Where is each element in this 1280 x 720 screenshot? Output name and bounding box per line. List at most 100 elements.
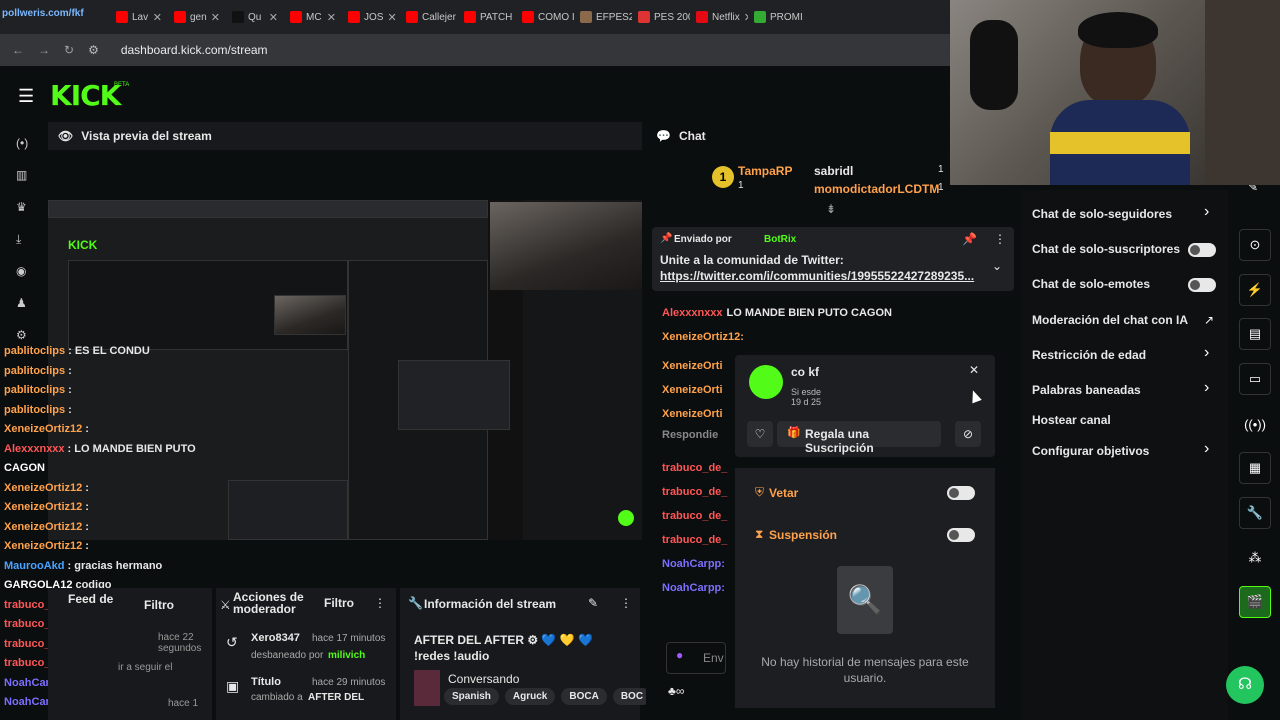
emote-icon[interactable]: ♣∞ — [668, 684, 684, 698]
pinned-more-icon[interactable]: ⋮ — [994, 232, 1006, 246]
browser-tab[interactable]: Netflix✕ — [690, 4, 748, 30]
camera-icon[interactable]: ◉ — [16, 264, 26, 278]
stream-tag[interactable]: Agruck — [504, 688, 556, 705]
stream-tag[interactable]: Spanish — [444, 688, 499, 705]
chevron-right-icon[interactable]: › — [1204, 344, 1209, 362]
browser-tab[interactable]: JOS ✕ — [342, 4, 400, 30]
tab-close-icon[interactable]: ✕ — [387, 11, 396, 24]
chat-username[interactable]: NoahCarpp: — [662, 582, 725, 594]
chat-input[interactable]: Env — [666, 642, 726, 674]
setting-item[interactable]: Chat de solo-emotes — [1032, 277, 1150, 291]
setting-item[interactable]: Configurar objetivos — [1032, 444, 1149, 458]
group-icon[interactable]: ⁂ — [1239, 542, 1271, 574]
feed-filter-button[interactable]: Filtro — [144, 598, 174, 612]
follow-heart-icon[interactable]: ♡ — [747, 421, 773, 447]
chat-username[interactable]: Alexxxnxxx — [662, 307, 723, 319]
chevron-right-icon[interactable]: › — [1204, 379, 1209, 397]
url-field[interactable]: dashboard.kick.com/stream — [121, 43, 268, 57]
mic-icon[interactable]: ● — [676, 648, 683, 662]
expand-icon[interactable]: ⌄ — [992, 259, 1002, 273]
browser-tab[interactable]: PROMI✕ — [748, 4, 806, 30]
analytics-icon[interactable]: ▥ — [16, 168, 27, 182]
setting-toggle[interactable] — [1188, 278, 1216, 292]
menu-icon[interactable]: ☰ — [18, 86, 34, 107]
more-icon[interactable]: ⋮ — [374, 596, 386, 610]
forward-icon[interactable]: → — [38, 43, 50, 57]
site-info-icon[interactable]: ⚙ — [88, 43, 99, 57]
reload-icon[interactable]: ↻ — [64, 43, 74, 57]
kick-logo[interactable]: KICK — [50, 79, 121, 112]
back-icon[interactable]: ← — [12, 43, 24, 57]
tab-close-icon[interactable]: ✕ — [153, 11, 162, 24]
camera-frame-icon[interactable]: ⊙ — [1239, 229, 1271, 261]
browser-tab[interactable]: Qu ✕ — [226, 4, 284, 30]
users-icon[interactable]: ♟ — [16, 296, 27, 310]
setting-item[interactable]: Moderación del chat con IA — [1032, 313, 1188, 327]
broadcast-icon[interactable]: (•) — [16, 136, 28, 150]
chat-username[interactable]: trabuco_de_ — [662, 510, 727, 522]
browser-tab[interactable]: PATCH I✕ — [458, 4, 516, 30]
leader-name-2[interactable]: sabridl — [814, 164, 853, 178]
chat-username[interactable]: XeneizeOrti — [662, 408, 723, 420]
clipboard-icon[interactable]: ▤ — [1239, 318, 1271, 350]
clapper-icon[interactable]: 🎬 — [1239, 586, 1271, 618]
trophy-icon[interactable]: ♛ — [16, 200, 27, 214]
settings-icon[interactable]: ⚙ — [16, 328, 27, 342]
browser-tab[interactable]: COMO I✕ — [516, 4, 574, 30]
unpin-icon[interactable]: 📌 — [962, 232, 977, 246]
mod-filter-button[interactable]: Filtro — [324, 596, 354, 610]
tab-close-icon[interactable]: ✕ — [269, 11, 278, 24]
browser-tab[interactable]: Lav ✕ — [110, 4, 168, 30]
setting-item[interactable]: Hostear canal — [1032, 413, 1111, 427]
leader-name-1[interactable]: TampaRP — [738, 164, 792, 178]
chevron-right-icon[interactable]: › — [1204, 440, 1209, 458]
stream-tag[interactable]: BOCA — [561, 688, 607, 705]
leader-name-3[interactable]: momodictadorLCDTM — [814, 182, 939, 196]
chat-username[interactable]: trabuco_de_ — [662, 534, 727, 546]
gift-sub-button[interactable]: Regala una Suscripción — [777, 421, 941, 455]
browser-tab[interactable]: Callejer✕ — [400, 4, 458, 30]
chat-username[interactable]: XeneizeOrti — [662, 384, 723, 396]
timeout-toggle[interactable] — [947, 528, 975, 542]
chat-username[interactable]: XeneizeOrti — [662, 360, 723, 372]
close-icon[interactable]: ✕ — [969, 363, 979, 377]
tab-close-icon[interactable]: ✕ — [327, 11, 336, 24]
tool-icon[interactable]: 🔧 — [1239, 497, 1271, 529]
external-link-icon[interactable]: ↗ — [1204, 313, 1214, 327]
download-icon[interactable]: ⤓ — [16, 232, 21, 247]
chat-username[interactable]: trabuco_de_ — [662, 486, 727, 498]
collapse-icon[interactable]: ⇟ — [826, 202, 836, 216]
pinned-sender[interactable]: BotRix — [764, 234, 796, 245]
setting-item[interactable]: Palabras baneadas — [1032, 383, 1141, 397]
setting-item[interactable]: Chat de solo-seguidores — [1032, 207, 1172, 221]
browser-tab[interactable]: gen ✕ — [168, 4, 226, 30]
chat-username[interactable]: trabuco_de_ — [662, 462, 727, 474]
pinned-link[interactable]: https://twitter.com/i/communities/199555… — [660, 269, 974, 283]
signal-icon[interactable]: ((•)) — [1239, 408, 1271, 440]
browser-tab[interactable]: EFPES20✕ — [574, 4, 632, 30]
info-more-icon[interactable]: ⋮ — [620, 596, 632, 610]
setting-toggle[interactable] — [1188, 243, 1216, 257]
id-card-icon: ▣ — [226, 678, 240, 694]
tab-close-icon[interactable]: ✕ — [211, 11, 220, 24]
overlay-chat-line: pablitoclips: — [4, 384, 72, 396]
support-headset-icon[interactable]: ☊ — [1226, 666, 1264, 704]
setting-item[interactable]: Restricción de edad — [1032, 348, 1146, 362]
mod-by-1[interactable]: milivich — [328, 650, 365, 661]
chat-username[interactable]: Respondie — [662, 429, 718, 441]
browser-tab[interactable]: PES 200✕ — [632, 4, 690, 30]
chat-username[interactable]: XeneizeOrtiz12: — [662, 331, 744, 343]
edit-icon[interactable]: ✎ — [588, 596, 598, 610]
ban-toggle[interactable] — [947, 486, 975, 500]
browser-tab[interactable]: MC ✕ — [284, 4, 342, 30]
mod-user-1[interactable]: Xero8347 — [251, 632, 300, 644]
message-icon[interactable]: ▭ — [1239, 363, 1271, 395]
setting-item[interactable]: Chat de solo-suscriptores — [1032, 242, 1180, 256]
bolt-icon[interactable]: ⚡ — [1239, 274, 1271, 306]
chat-username[interactable]: NoahCarpp: — [662, 558, 725, 570]
category-name[interactable]: Conversando — [448, 672, 519, 686]
dashboard-icon[interactable]: ▦ — [1239, 452, 1271, 484]
nested-tabbar — [48, 200, 488, 218]
mute-icon[interactable]: ⊘ — [955, 421, 981, 447]
chevron-right-icon[interactable]: › — [1204, 203, 1209, 221]
